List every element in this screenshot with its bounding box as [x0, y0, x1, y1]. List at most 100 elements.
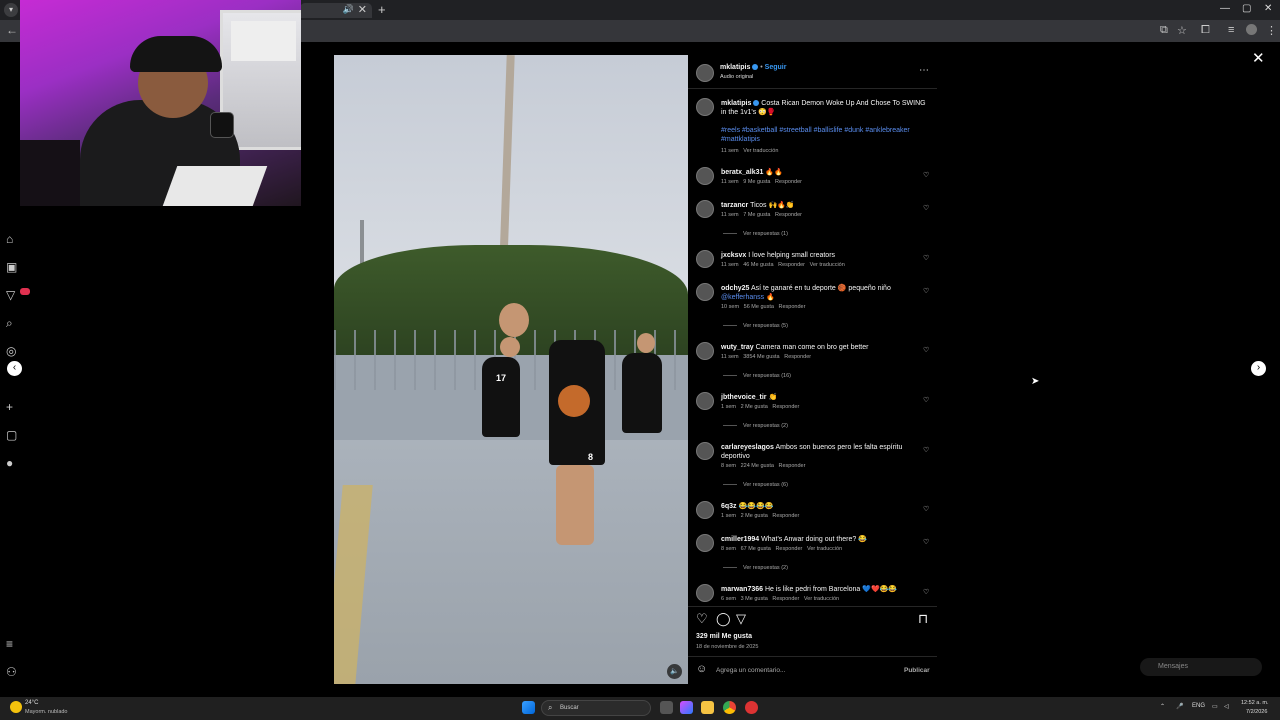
microphone-icon[interactable]: 🎤	[1176, 703, 1183, 710]
comment-like-icon[interactable]: ♡	[923, 346, 929, 354]
more-menu-icon[interactable]: ≡	[6, 637, 13, 651]
comment-username[interactable]: cmiller1994	[721, 536, 759, 543]
comment-likes[interactable]: 3854 Me gusta	[743, 354, 779, 360]
reels-icon[interactable]: ▣	[6, 260, 17, 274]
clock-date[interactable]: 7/2/2026	[1246, 709, 1267, 715]
view-replies-link[interactable]: Ver respuestas (2)	[723, 565, 788, 571]
reply-button[interactable]: Responder	[778, 262, 805, 268]
avatar[interactable]	[696, 392, 714, 410]
comment-username[interactable]: jxcksvx	[721, 252, 746, 259]
extensions-icon[interactable]: ⧠	[1201, 24, 1210, 37]
weather-temp[interactable]: 24°C	[25, 700, 38, 706]
comment-like-icon[interactable]: ♡	[923, 171, 929, 179]
create-icon[interactable]: +	[6, 400, 13, 414]
comment-like-icon[interactable]: ♡	[923, 538, 929, 546]
view-replies-link[interactable]: Ver respuestas (16)	[723, 373, 791, 379]
comment-likes[interactable]: 224 Me gusta	[741, 463, 774, 469]
app-icon[interactable]	[745, 701, 758, 714]
reply-button[interactable]: Responder	[779, 304, 806, 310]
minimize-button[interactable]: —	[1220, 3, 1230, 14]
comment-like-icon[interactable]: ♡	[923, 204, 929, 212]
tab-close-button[interactable]: ✕	[358, 3, 367, 16]
file-explorer-icon[interactable]	[701, 701, 714, 714]
reply-button[interactable]: Responder	[772, 596, 799, 602]
copilot-icon[interactable]	[680, 701, 693, 714]
clock-time[interactable]: 12:52 a. m.	[1241, 700, 1269, 706]
prev-arrow-icon[interactable]: ‹	[7, 361, 22, 376]
comment-likes[interactable]: 46 Me gusta	[743, 262, 773, 268]
close-window-button[interactable]: ✕	[1264, 3, 1272, 14]
bookmark-star-icon[interactable]: ☆	[1177, 24, 1187, 37]
mention[interactable]: @kefferhanss 🔥	[721, 294, 775, 301]
network-icon[interactable]: ▭	[1212, 703, 1218, 710]
view-replies-link[interactable]: Ver respuestas (5)	[723, 323, 788, 329]
close-icon[interactable]: ✕	[1252, 49, 1265, 67]
browser-tab[interactable]: 🔊 ✕	[300, 3, 372, 18]
meta-icon[interactable]: ⚇	[6, 665, 17, 679]
translate-link[interactable]: Ver traducción	[810, 262, 845, 268]
translate-link[interactable]: Ver traducción	[804, 596, 839, 602]
publish-button[interactable]: Publicar	[904, 667, 930, 674]
likes-count[interactable]: 329 mil Me gusta	[696, 633, 752, 640]
save-icon[interactable]: ⊓	[918, 611, 928, 627]
avatar[interactable]	[696, 167, 714, 185]
comment-username[interactable]: beratx_alk31	[721, 169, 763, 176]
maximize-button[interactable]: ▢	[1242, 3, 1251, 14]
more-options-icon[interactable]: ⋯	[919, 65, 929, 76]
reply-button[interactable]: Responder	[772, 404, 799, 410]
tray-overflow-icon[interactable]: ⌃	[1160, 703, 1165, 710]
comment-like-icon[interactable]: ♡	[923, 287, 929, 295]
share-icon[interactable]: ▽	[736, 611, 746, 627]
comment-icon[interactable]: ◯	[716, 611, 731, 627]
profile-avatar[interactable]	[1246, 24, 1257, 35]
menu-kebab-icon[interactable]: ⋮	[1266, 24, 1277, 37]
gallery-icon[interactable]: ▢	[6, 428, 17, 442]
avatar[interactable]	[696, 442, 714, 460]
weather-icon[interactable]	[10, 701, 22, 713]
comment-like-icon[interactable]: ♡	[923, 396, 929, 404]
comment-username[interactable]: tarzancr	[721, 202, 748, 209]
avatar[interactable]	[696, 283, 714, 301]
comment-username[interactable]: marwan7366	[721, 586, 763, 593]
avatar[interactable]	[696, 534, 714, 552]
reply-button[interactable]: Responder	[779, 463, 806, 469]
comment-username[interactable]: carlareyeslagos	[721, 444, 774, 451]
weather-desc[interactable]: Mayorm. nublado	[25, 709, 68, 715]
next-arrow-icon[interactable]: ›	[1251, 361, 1266, 376]
windows-start-icon[interactable]	[522, 701, 535, 714]
comment-likes[interactable]: 2 Me gusta	[741, 404, 768, 410]
comment-input[interactable]: Agrega un comentario...	[716, 667, 785, 674]
comment-like-icon[interactable]: ♡	[923, 588, 929, 596]
messages-button[interactable]: Mensajes	[1140, 658, 1262, 676]
comment-username[interactable]: 6q3z	[721, 503, 737, 510]
avatar[interactable]	[696, 98, 714, 116]
new-tab-button[interactable]: +	[378, 2, 386, 17]
view-replies-link[interactable]: Ver respuestas (6)	[723, 482, 788, 488]
comment-like-icon[interactable]: ♡	[923, 446, 929, 454]
task-view-icon[interactable]	[660, 701, 673, 714]
back-arrow-icon[interactable]: ←	[6, 23, 18, 37]
hashtags[interactable]: #reels #basketball #streetball #ballisli…	[721, 126, 921, 144]
comment-username[interactable]: odchy25	[721, 285, 749, 292]
view-replies-link[interactable]: Ver respuestas (1)	[723, 231, 788, 237]
comment-likes[interactable]: 67 Me gusta	[741, 546, 771, 552]
avatar[interactable]	[696, 250, 714, 268]
view-replies-link[interactable]: Ver respuestas (2)	[723, 423, 788, 429]
search-icon[interactable]: ⌕	[6, 316, 13, 331]
comment-likes[interactable]: 3 Me gusta	[741, 596, 768, 602]
tab-search-icon[interactable]: ▾	[4, 3, 18, 17]
volume-icon[interactable]: 🔈	[667, 664, 682, 679]
direct-icon[interactable]: ▽	[6, 288, 15, 302]
author-username[interactable]: mklatipis	[720, 64, 750, 71]
chrome-icon[interactable]	[723, 701, 736, 714]
avatar[interactable]	[696, 200, 714, 218]
comment-likes[interactable]: 56 Me gusta	[744, 304, 774, 310]
reply-button[interactable]: Responder	[772, 513, 799, 519]
translate-link[interactable]: Ver traducción	[743, 148, 778, 154]
profile-icon[interactable]: ●	[6, 456, 13, 470]
like-icon[interactable]: ♡	[696, 611, 708, 627]
comment-username[interactable]: jbthevoice_tir	[721, 394, 767, 401]
avatar[interactable]	[696, 584, 714, 602]
translate-link[interactable]: Ver traducción	[807, 546, 842, 552]
comment-likes[interactable]: 9 Me gusta	[743, 179, 770, 185]
